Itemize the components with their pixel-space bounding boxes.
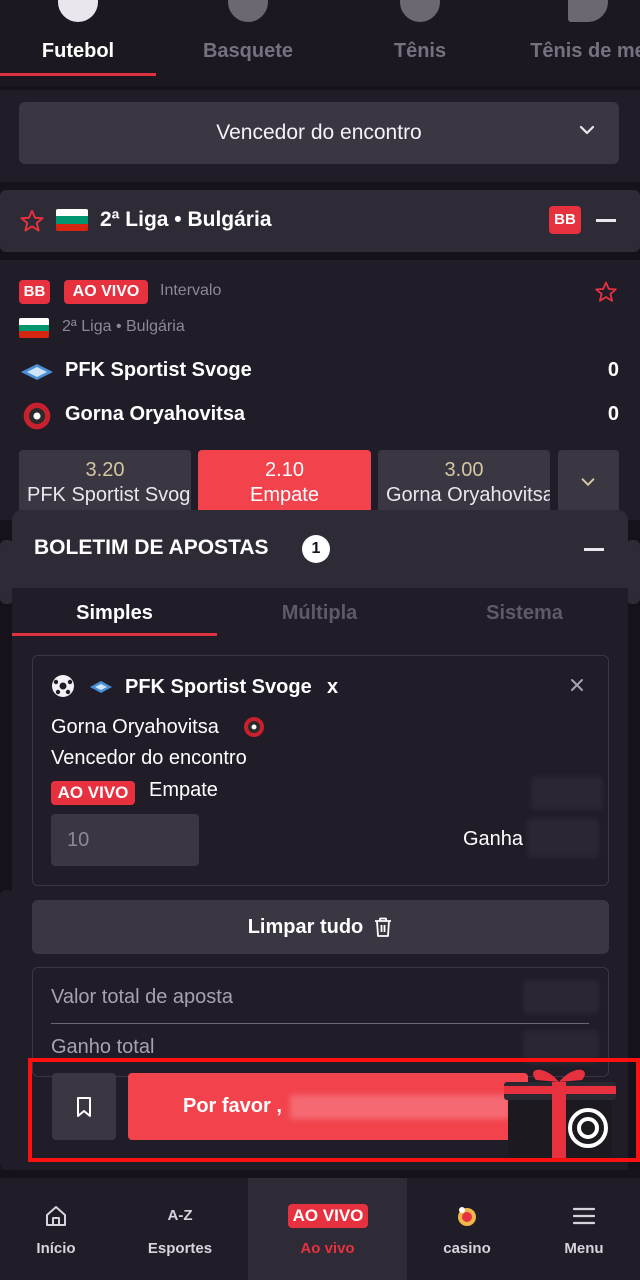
clear-all-label: Limpar tudo	[247, 915, 364, 938]
redacted-odds	[531, 776, 603, 810]
total-win-label: Ganho total	[51, 1036, 155, 1058]
away-team-row: Gorna Oryahovitsa 0	[19, 400, 619, 430]
bottom-nav: Início A-Z Esportes AO VIVO Ao vivo casi…	[0, 1178, 640, 1280]
table-tennis-icon	[568, 0, 608, 22]
home-icon	[46, 1206, 66, 1226]
nav-menu[interactable]: Menu	[524, 1178, 640, 1280]
nav-ao-vivo[interactable]: AO VIVO Ao vivo	[248, 1178, 407, 1280]
away-team-logo	[23, 402, 51, 430]
clear-all-button[interactable]: Limpar tudo	[32, 900, 609, 954]
collapse-icon[interactable]	[584, 548, 604, 551]
collapse-icon[interactable]	[596, 219, 616, 222]
odds-value: 3.00	[444, 459, 484, 481]
tab-multipla[interactable]: Múltipla	[217, 602, 422, 625]
bet-builder-badge: BB	[19, 280, 50, 304]
nav-inicio[interactable]: Início	[0, 1178, 116, 1280]
bet-home-team: PFK Sportist Svoge	[125, 676, 312, 698]
match-league: 2ª Liga • Bulgária	[62, 318, 185, 335]
star-icon[interactable]	[594, 280, 618, 304]
casino-icon	[458, 1207, 476, 1226]
stake-input[interactable]	[51, 814, 199, 866]
market-dropdown-value: Vencedor do encontro	[216, 121, 422, 144]
tab-futebol[interactable]: Futebol	[0, 0, 156, 76]
chevron-down-icon	[579, 125, 595, 135]
close-icon[interactable]	[570, 678, 584, 692]
odds-label: Empate	[250, 484, 319, 506]
home-team-name: PFK Sportist Svoge	[65, 359, 252, 381]
tab-simples[interactable]: Simples	[12, 602, 217, 625]
bet-away-team: Gorna Oryahovitsa	[51, 716, 219, 738]
live-badge: AO VIVO	[64, 280, 148, 304]
bet-slip-title: BOLETIM DE APOSTAS	[34, 536, 269, 559]
chevron-down-icon	[581, 478, 595, 487]
redacted-win-amount	[527, 818, 599, 858]
home-team-logo	[21, 364, 53, 380]
total-stake-label: Valor total de aposta	[51, 986, 233, 1008]
active-tab-indicator	[12, 633, 217, 636]
a-z-icon: A-Z	[167, 1207, 193, 1224]
odds-label: Gorna Oryahovitsa	[386, 484, 550, 506]
home-team-score: 0	[607, 359, 619, 381]
bet-market: Vencedor do encontro	[51, 747, 247, 769]
bet-builder-badge: BB	[549, 206, 581, 234]
bet-slip-header[interactable]: BOLETIM DE APOSTAS 1	[12, 510, 628, 588]
match-card: BB AO VIVO Intervalo 2ª Liga • Bulgária …	[0, 260, 640, 520]
star-icon[interactable]	[19, 208, 45, 234]
league-header[interactable]: 2ª Liga • Bulgária	[0, 190, 640, 252]
market-dropdown[interactable]: Vencedor do encontro	[19, 102, 619, 164]
live-badge: AO VIVO	[51, 781, 135, 805]
home-team-row: PFK Sportist Svoge 0	[19, 356, 619, 386]
menu-icon	[572, 1207, 596, 1225]
tab-tenis[interactable]: Tênis	[342, 0, 498, 76]
bet-pick: Empate	[149, 779, 218, 801]
market-selector-container: Vencedor do encontro	[0, 90, 640, 182]
tab-basquete[interactable]: Basquete	[170, 0, 326, 76]
away-team-score: 0	[607, 403, 619, 425]
odds-value: 2.10	[265, 459, 304, 481]
nav-esportes[interactable]: A-Z Esportes	[120, 1178, 240, 1280]
away-team-logo	[244, 717, 264, 737]
soccer-ball-icon	[58, 0, 98, 22]
soccer-ball-icon	[52, 675, 74, 697]
bet-count-badge: 1	[302, 535, 330, 563]
trash-icon	[375, 917, 392, 937]
bet-selection-card: PFK Sportist Svoge x Gorna Oryahovitsa V…	[32, 655, 609, 886]
redacted-total-stake	[523, 980, 599, 1014]
background-card	[626, 540, 640, 604]
versus-separator: x	[327, 676, 339, 698]
bulgaria-flag-icon	[19, 318, 49, 338]
basketball-icon	[228, 0, 268, 22]
tab-sistema[interactable]: Sistema	[422, 602, 627, 625]
league-title: 2ª Liga • Bulgária	[100, 208, 272, 231]
bet-type-tabs: Simples Múltipla Sistema	[12, 588, 628, 636]
place-bet-button[interactable]: Por favor ,	[128, 1073, 528, 1140]
bulgaria-flag-icon	[56, 209, 88, 231]
live-icon: AO VIVO	[288, 1204, 368, 1228]
away-team-name: Gorna Oryahovitsa	[65, 403, 246, 425]
match-status: Intervalo	[160, 282, 222, 299]
nav-casino[interactable]: casino	[407, 1178, 527, 1280]
odds-value: 3.20	[85, 459, 125, 481]
odds-label: PFK Sportist Svoge	[27, 484, 191, 506]
divider	[51, 1023, 589, 1024]
place-bet-label: Por favor ,	[183, 1095, 282, 1117]
bookmark-icon	[77, 1097, 91, 1117]
tab-tenis-de-mesa[interactable]: Tênis de me	[510, 0, 640, 76]
gift-icon[interactable]	[500, 1062, 620, 1162]
potential-win-label: Ganha	[463, 828, 524, 850]
redacted-button-text	[290, 1095, 510, 1119]
save-bet-button[interactable]	[52, 1073, 116, 1140]
sport-tabs: Futebol Basquete Tênis Tênis de me	[0, 0, 640, 86]
home-team-logo	[90, 681, 112, 693]
tennis-ball-icon	[400, 0, 440, 22]
